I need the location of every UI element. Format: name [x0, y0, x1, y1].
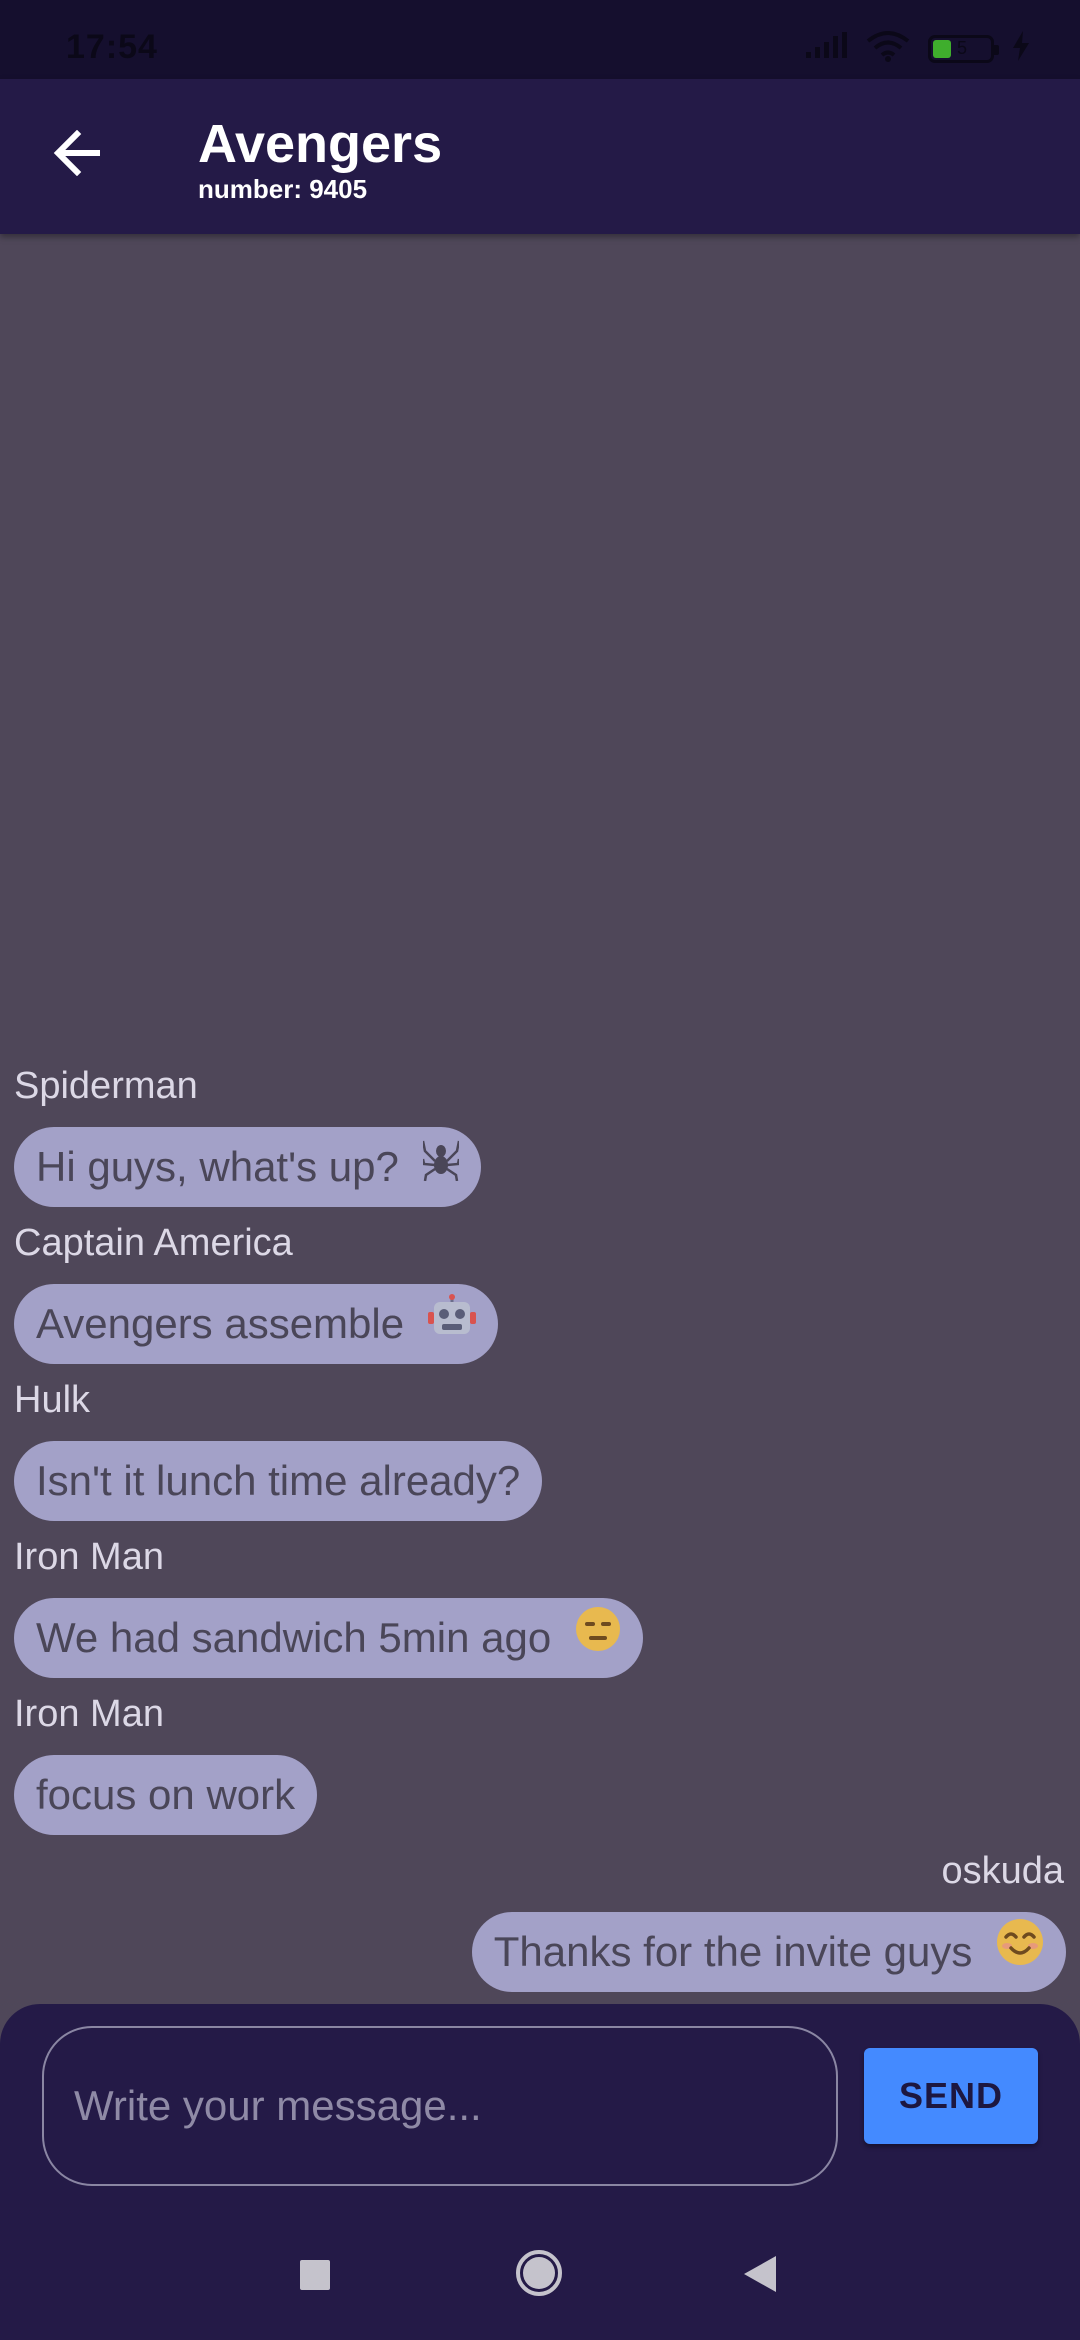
battery-fill: [933, 39, 951, 58]
home-circle-inner: [523, 2257, 555, 2289]
signal-icon: [806, 32, 848, 65]
message-text: Thanks for the invite guys: [493, 1928, 973, 1975]
battery-level: 5: [957, 38, 968, 58]
message-bubble: We had sandwich 5min ago: [14, 1598, 643, 1678]
message-text: Isn't it lunch time already?: [36, 1457, 521, 1504]
arrow-back-icon: [53, 129, 103, 181]
charging-icon: [1012, 31, 1030, 66]
message-text: Hi guys, what's up?: [36, 1143, 399, 1190]
message-sender: Iron Man: [14, 1536, 164, 1578]
message-sender: Hulk: [14, 1379, 91, 1421]
message-text: focus on work: [36, 1771, 296, 1818]
status-bar: 17:54 5: [0, 0, 1080, 79]
back-button[interactable]: [40, 117, 116, 193]
message-sender: Spiderman: [14, 1065, 198, 1107]
battery-icon: 5: [928, 34, 999, 63]
home-circle-icon[interactable]: [516, 2250, 562, 2296]
message-list[interactable]: Spiderman Hi guys, what's up? Captain Am…: [0, 234, 1080, 2004]
message-sender: oskuda: [941, 1850, 1064, 1892]
smiling-face-icon: [996, 1912, 1044, 1992]
message-bubble: focus on work: [14, 1755, 318, 1835]
back-triangle-icon[interactable]: [744, 2256, 776, 2292]
message-text: Avengers assemble: [36, 1300, 405, 1347]
app-bar: Avengers number: 9405: [0, 79, 1080, 234]
message-input[interactable]: [42, 2026, 838, 2186]
send-button[interactable]: SEND: [864, 2048, 1038, 2144]
message-sender: Captain America: [14, 1222, 293, 1264]
expressionless-face-icon: [575, 1598, 621, 1678]
wifi-icon: [866, 30, 910, 67]
chat-title: Avengers: [198, 114, 443, 174]
recents-square-icon[interactable]: [300, 2260, 330, 2290]
chat-subtitle: number: 9405: [198, 174, 368, 204]
status-icons: 5: [806, 30, 1030, 67]
message-bubble: Avengers assemble: [14, 1284, 498, 1364]
status-time: 17:54: [66, 28, 158, 66]
message-bubble: Isn't it lunch time already?: [14, 1441, 543, 1521]
robot-icon: [427, 1284, 476, 1364]
message-text: We had sandwich 5min ago: [36, 1614, 552, 1661]
spider-icon: [421, 1127, 460, 1207]
battery-tip: [994, 44, 999, 55]
message-sender: Iron Man: [14, 1693, 164, 1735]
message-bubble: Thanks for the invite guys: [471, 1912, 1066, 1992]
message-bubble: Hi guys, what's up?: [14, 1127, 481, 1207]
